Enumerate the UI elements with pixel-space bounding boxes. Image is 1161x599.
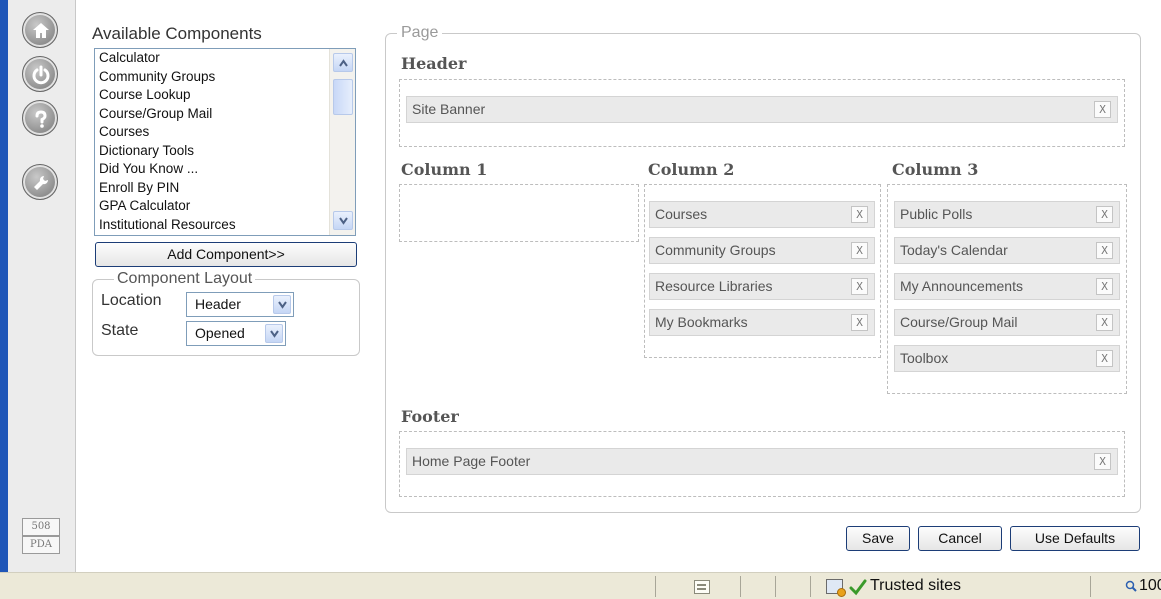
cancel-button[interactable]: Cancel bbox=[918, 526, 1002, 551]
remove-button[interactable]: X bbox=[851, 278, 868, 295]
remove-button[interactable]: X bbox=[1094, 101, 1111, 118]
state-select[interactable]: Opened bbox=[186, 321, 286, 346]
component-resource-libraries[interactable]: Resource Libraries X bbox=[649, 273, 875, 300]
location-select-dropdown[interactable] bbox=[273, 295, 291, 314]
status-divider bbox=[655, 576, 656, 597]
remove-button[interactable]: X bbox=[1094, 453, 1111, 470]
home-icon[interactable] bbox=[22, 12, 58, 48]
status-divider bbox=[1090, 576, 1091, 597]
list-item[interactable]: Calculator bbox=[95, 49, 355, 68]
window-edge bbox=[0, 0, 8, 572]
component-toolbox[interactable]: Toolbox X bbox=[894, 345, 1120, 372]
component-label: Resource Libraries bbox=[655, 278, 773, 294]
component-label: Community Groups bbox=[655, 242, 776, 258]
status-divider bbox=[810, 576, 811, 597]
browser-status-bar: Trusted sites 100 bbox=[0, 572, 1161, 599]
zoom-icon[interactable] bbox=[1125, 580, 1137, 592]
footer-title: Footer bbox=[401, 407, 459, 426]
chevron-up-icon bbox=[339, 59, 348, 67]
component-label: Site Banner bbox=[412, 101, 486, 117]
checkmark-icon bbox=[849, 579, 867, 596]
component-courses[interactable]: Courses X bbox=[649, 201, 875, 228]
list-item[interactable]: Courses bbox=[95, 123, 355, 142]
remove-button[interactable]: X bbox=[851, 242, 868, 259]
component-public-polls[interactable]: Public Polls X bbox=[894, 201, 1120, 228]
remove-button[interactable]: X bbox=[1096, 278, 1113, 295]
mode-pda-button[interactable]: PDA bbox=[22, 536, 60, 554]
list-item[interactable]: Community Groups bbox=[95, 68, 355, 87]
component-label: Course/Group Mail bbox=[900, 314, 1018, 330]
remove-button[interactable]: X bbox=[1096, 314, 1113, 331]
page-legend: Page bbox=[397, 24, 443, 42]
location-label: Location bbox=[101, 292, 162, 309]
component-todays-calendar[interactable]: Today's Calendar X bbox=[894, 237, 1120, 264]
security-zone-label: Trusted sites bbox=[870, 577, 961, 594]
column-2-title: Column 2 bbox=[648, 160, 735, 179]
chevron-down-icon bbox=[270, 330, 279, 338]
list-item[interactable]: GPA Calculator bbox=[95, 197, 355, 216]
remove-button[interactable]: X bbox=[1096, 242, 1113, 259]
component-label: Home Page Footer bbox=[412, 453, 531, 469]
remove-button[interactable]: X bbox=[851, 206, 868, 223]
component-label: Toolbox bbox=[900, 350, 949, 366]
component-home-page-footer[interactable]: Home Page Footer X bbox=[406, 448, 1118, 475]
state-select-value: Opened bbox=[195, 325, 245, 341]
list-item[interactable]: Dictionary Tools bbox=[95, 142, 355, 161]
component-label: Today's Calendar bbox=[900, 242, 1008, 258]
header-title: Header bbox=[401, 54, 467, 73]
remove-button[interactable]: X bbox=[1096, 350, 1113, 367]
component-label: Public Polls bbox=[900, 206, 973, 222]
list-item[interactable]: Did You Know ... bbox=[95, 160, 355, 179]
component-label: My Bookmarks bbox=[655, 314, 748, 330]
chevron-down-icon bbox=[339, 217, 348, 225]
component-course-group-mail[interactable]: Course/Group Mail X bbox=[894, 309, 1120, 336]
location-select-value: Header bbox=[195, 296, 241, 312]
column-3-title: Column 3 bbox=[892, 160, 979, 179]
list-scrollbar[interactable] bbox=[329, 49, 355, 235]
component-my-announcements[interactable]: My Announcements X bbox=[894, 273, 1120, 300]
component-label: My Announcements bbox=[900, 278, 1023, 294]
column-1-title: Column 1 bbox=[401, 160, 488, 179]
scroll-up-button[interactable] bbox=[333, 53, 353, 72]
remove-button[interactable]: X bbox=[1096, 206, 1113, 223]
list-item[interactable]: Course Lookup bbox=[95, 86, 355, 105]
help-icon[interactable] bbox=[22, 100, 58, 136]
component-label: Courses bbox=[655, 206, 708, 222]
location-select[interactable]: Header bbox=[186, 292, 294, 317]
component-my-bookmarks[interactable]: My Bookmarks X bbox=[649, 309, 875, 336]
status-divider bbox=[740, 576, 741, 597]
remove-button[interactable]: X bbox=[851, 314, 868, 331]
nav-rail: 508 PDA bbox=[8, 0, 76, 572]
save-button[interactable]: Save bbox=[846, 526, 910, 551]
page-report-icon[interactable] bbox=[694, 580, 710, 594]
mode-508-button[interactable]: 508 bbox=[22, 518, 60, 536]
protected-mode-icon[interactable] bbox=[826, 579, 846, 597]
state-label: State bbox=[101, 322, 139, 339]
scroll-down-button[interactable] bbox=[333, 211, 353, 230]
available-components-list[interactable]: Calculator Community Groups Course Looku… bbox=[94, 48, 356, 236]
status-divider bbox=[775, 576, 776, 597]
scroll-thumb[interactable] bbox=[333, 79, 353, 115]
add-component-button[interactable]: Add Component>> bbox=[95, 242, 357, 267]
use-defaults-button[interactable]: Use Defaults bbox=[1010, 526, 1140, 551]
component-community-groups[interactable]: Community Groups X bbox=[649, 237, 875, 264]
power-icon[interactable] bbox=[22, 56, 58, 92]
list-item[interactable]: Enroll By PIN bbox=[95, 179, 355, 198]
list-item[interactable]: Course/Group Mail bbox=[95, 105, 355, 124]
state-select-dropdown[interactable] bbox=[265, 324, 283, 343]
component-layout-legend: Component Layout bbox=[114, 270, 256, 288]
column-1-zone[interactable] bbox=[399, 184, 639, 242]
available-components-title: Available Components bbox=[92, 24, 262, 43]
tools-icon[interactable] bbox=[22, 164, 58, 200]
list-item[interactable]: Institutional Resources bbox=[95, 216, 355, 235]
chevron-down-icon bbox=[278, 301, 287, 309]
zoom-level[interactable]: 100 bbox=[1139, 577, 1161, 595]
component-site-banner[interactable]: Site Banner X bbox=[406, 96, 1118, 123]
